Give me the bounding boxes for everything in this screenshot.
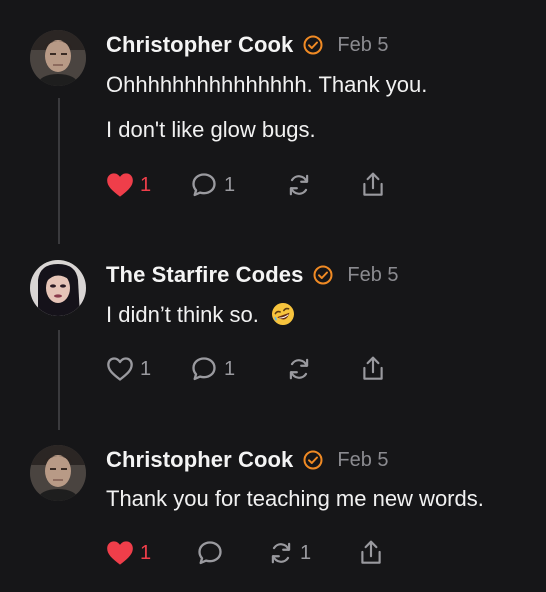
author-name[interactable]: Christopher Cook bbox=[106, 447, 293, 473]
post-actions: 1 1 bbox=[106, 538, 406, 568]
reply-post: Christopher Cook Feb 5 Ohhhhhhhhhhhhhhh.… bbox=[0, 0, 546, 240]
comment-icon bbox=[198, 541, 222, 565]
like-button[interactable]: 1 bbox=[106, 538, 151, 568]
repost-button[interactable]: 1 bbox=[268, 538, 311, 568]
verified-badge-icon bbox=[303, 35, 323, 55]
reply-post: The Starfire Codes Feb 5 I didn’t think … bbox=[0, 240, 546, 430]
like-count: 1 bbox=[140, 357, 152, 380]
rofl-emoji-icon bbox=[271, 302, 295, 326]
post-text: I didn’t think so. bbox=[106, 302, 259, 327]
post-text: Ohhhhhhhhhhhhhhh. Thank you. bbox=[106, 72, 428, 97]
reply-button[interactable]: 1 bbox=[190, 354, 235, 384]
share-icon bbox=[363, 356, 383, 380]
reply-button[interactable] bbox=[196, 538, 224, 568]
repost-icon bbox=[289, 174, 309, 196]
heart-icon bbox=[107, 357, 133, 381]
share-icon bbox=[363, 172, 383, 196]
repost-icon bbox=[271, 542, 291, 564]
repost-count: 1 bbox=[300, 541, 312, 564]
post-actions: 1 1 bbox=[106, 354, 406, 384]
like-button[interactable]: 1 bbox=[106, 170, 151, 200]
post-actions: 1 1 bbox=[106, 170, 406, 200]
post-text: Thank you for teaching me new words. bbox=[106, 486, 484, 511]
share-button[interactable] bbox=[360, 354, 386, 384]
share-button[interactable] bbox=[358, 538, 384, 568]
post-date[interactable]: Feb 5 bbox=[337, 34, 388, 57]
repost-button[interactable] bbox=[286, 354, 312, 384]
verified-badge-icon bbox=[313, 265, 333, 285]
author-name[interactable]: The Starfire Codes bbox=[106, 262, 303, 288]
repost-button[interactable] bbox=[286, 170, 312, 200]
heart-icon bbox=[107, 541, 133, 565]
post-date[interactable]: Feb 5 bbox=[337, 449, 388, 472]
avatar[interactable] bbox=[30, 260, 86, 316]
share-icon bbox=[361, 540, 381, 564]
reply-post: Christopher Cook Feb 5 Thank you for tea… bbox=[0, 430, 546, 592]
verified-badge-icon bbox=[303, 450, 323, 470]
heart-icon bbox=[107, 173, 133, 197]
post-date[interactable]: Feb 5 bbox=[347, 264, 398, 287]
post-text-row: I didn’t think so. bbox=[106, 302, 295, 328]
avatar[interactable] bbox=[30, 445, 86, 501]
like-count: 1 bbox=[140, 541, 152, 564]
reply-count: 1 bbox=[224, 173, 236, 196]
reply-count: 1 bbox=[224, 357, 236, 380]
repost-icon bbox=[289, 358, 309, 380]
share-button[interactable] bbox=[360, 170, 386, 200]
like-button[interactable]: 1 bbox=[106, 354, 151, 384]
comment-icon bbox=[192, 173, 216, 197]
reply-button[interactable]: 1 bbox=[190, 170, 235, 200]
comment-icon bbox=[192, 357, 216, 381]
author-name[interactable]: Christopher Cook bbox=[106, 32, 293, 58]
avatar[interactable] bbox=[30, 30, 86, 86]
like-count: 1 bbox=[140, 173, 152, 196]
post-text: I don't like glow bugs. bbox=[106, 117, 316, 142]
